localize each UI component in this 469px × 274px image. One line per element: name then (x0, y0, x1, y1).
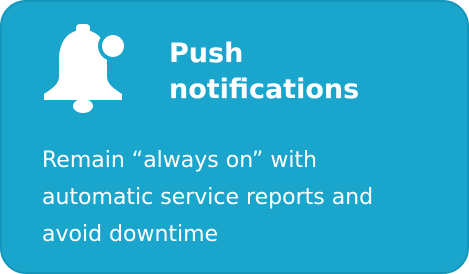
card-title: Push notifications (169, 36, 449, 108)
card-description-line: Remain “always on” with (42, 148, 317, 173)
card-title-line: notifications (169, 74, 360, 105)
card-description: Remain “always on” with automatic servic… (42, 142, 462, 253)
card-title-line: Push (169, 38, 244, 69)
card-description-line: avoid downtime (42, 222, 219, 247)
card-description-line: automatic service reports and (42, 185, 374, 210)
bell-notification-icon (44, 24, 128, 113)
push-notifications-card: Push notifications Remain “always on” wi… (0, 0, 469, 274)
